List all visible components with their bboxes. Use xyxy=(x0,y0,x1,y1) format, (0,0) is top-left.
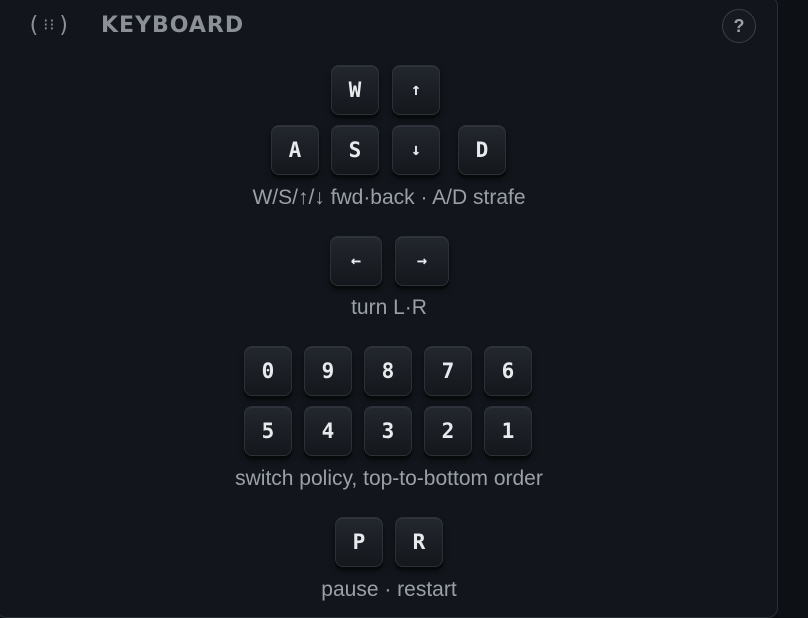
panel-edge xyxy=(778,0,808,618)
key-0[interactable]: 0 xyxy=(244,346,292,396)
key-a[interactable]: A xyxy=(271,125,319,175)
key-3[interactable]: 3 xyxy=(364,406,412,456)
key-1[interactable]: 1 xyxy=(484,406,532,456)
control-caption: pause · restart xyxy=(321,578,457,601)
key-w[interactable]: W xyxy=(331,65,379,115)
policy-caption: switch policy, top-to-bottom order xyxy=(235,467,543,490)
key-8[interactable]: 8 xyxy=(364,346,412,396)
key-4[interactable]: 4 xyxy=(304,406,352,456)
key-d[interactable]: D xyxy=(458,125,506,175)
keyboard-icon: (⁝⁝) xyxy=(27,13,72,38)
key-arrow-up[interactable]: ↑ xyxy=(392,65,440,115)
key-r[interactable]: R xyxy=(395,517,443,567)
key-arrow-left[interactable]: ← xyxy=(330,236,382,286)
movement-caption: W/S/↑/↓ fwd·back · A/D strafe xyxy=(252,186,526,209)
key-p[interactable]: P xyxy=(335,517,383,567)
key-2[interactable]: 2 xyxy=(424,406,472,456)
key-7[interactable]: 7 xyxy=(424,346,472,396)
key-6[interactable]: 6 xyxy=(484,346,532,396)
key-arrow-down[interactable]: ↓ xyxy=(392,125,440,175)
key-arrow-right[interactable]: → xyxy=(395,236,449,286)
help-button[interactable]: ? xyxy=(722,9,756,43)
key-s[interactable]: S xyxy=(331,125,379,175)
key-9[interactable]: 9 xyxy=(304,346,352,396)
turn-caption: turn L·R xyxy=(351,296,427,319)
key-5[interactable]: 5 xyxy=(244,406,292,456)
panel-title: KEYBOARD xyxy=(101,13,245,38)
